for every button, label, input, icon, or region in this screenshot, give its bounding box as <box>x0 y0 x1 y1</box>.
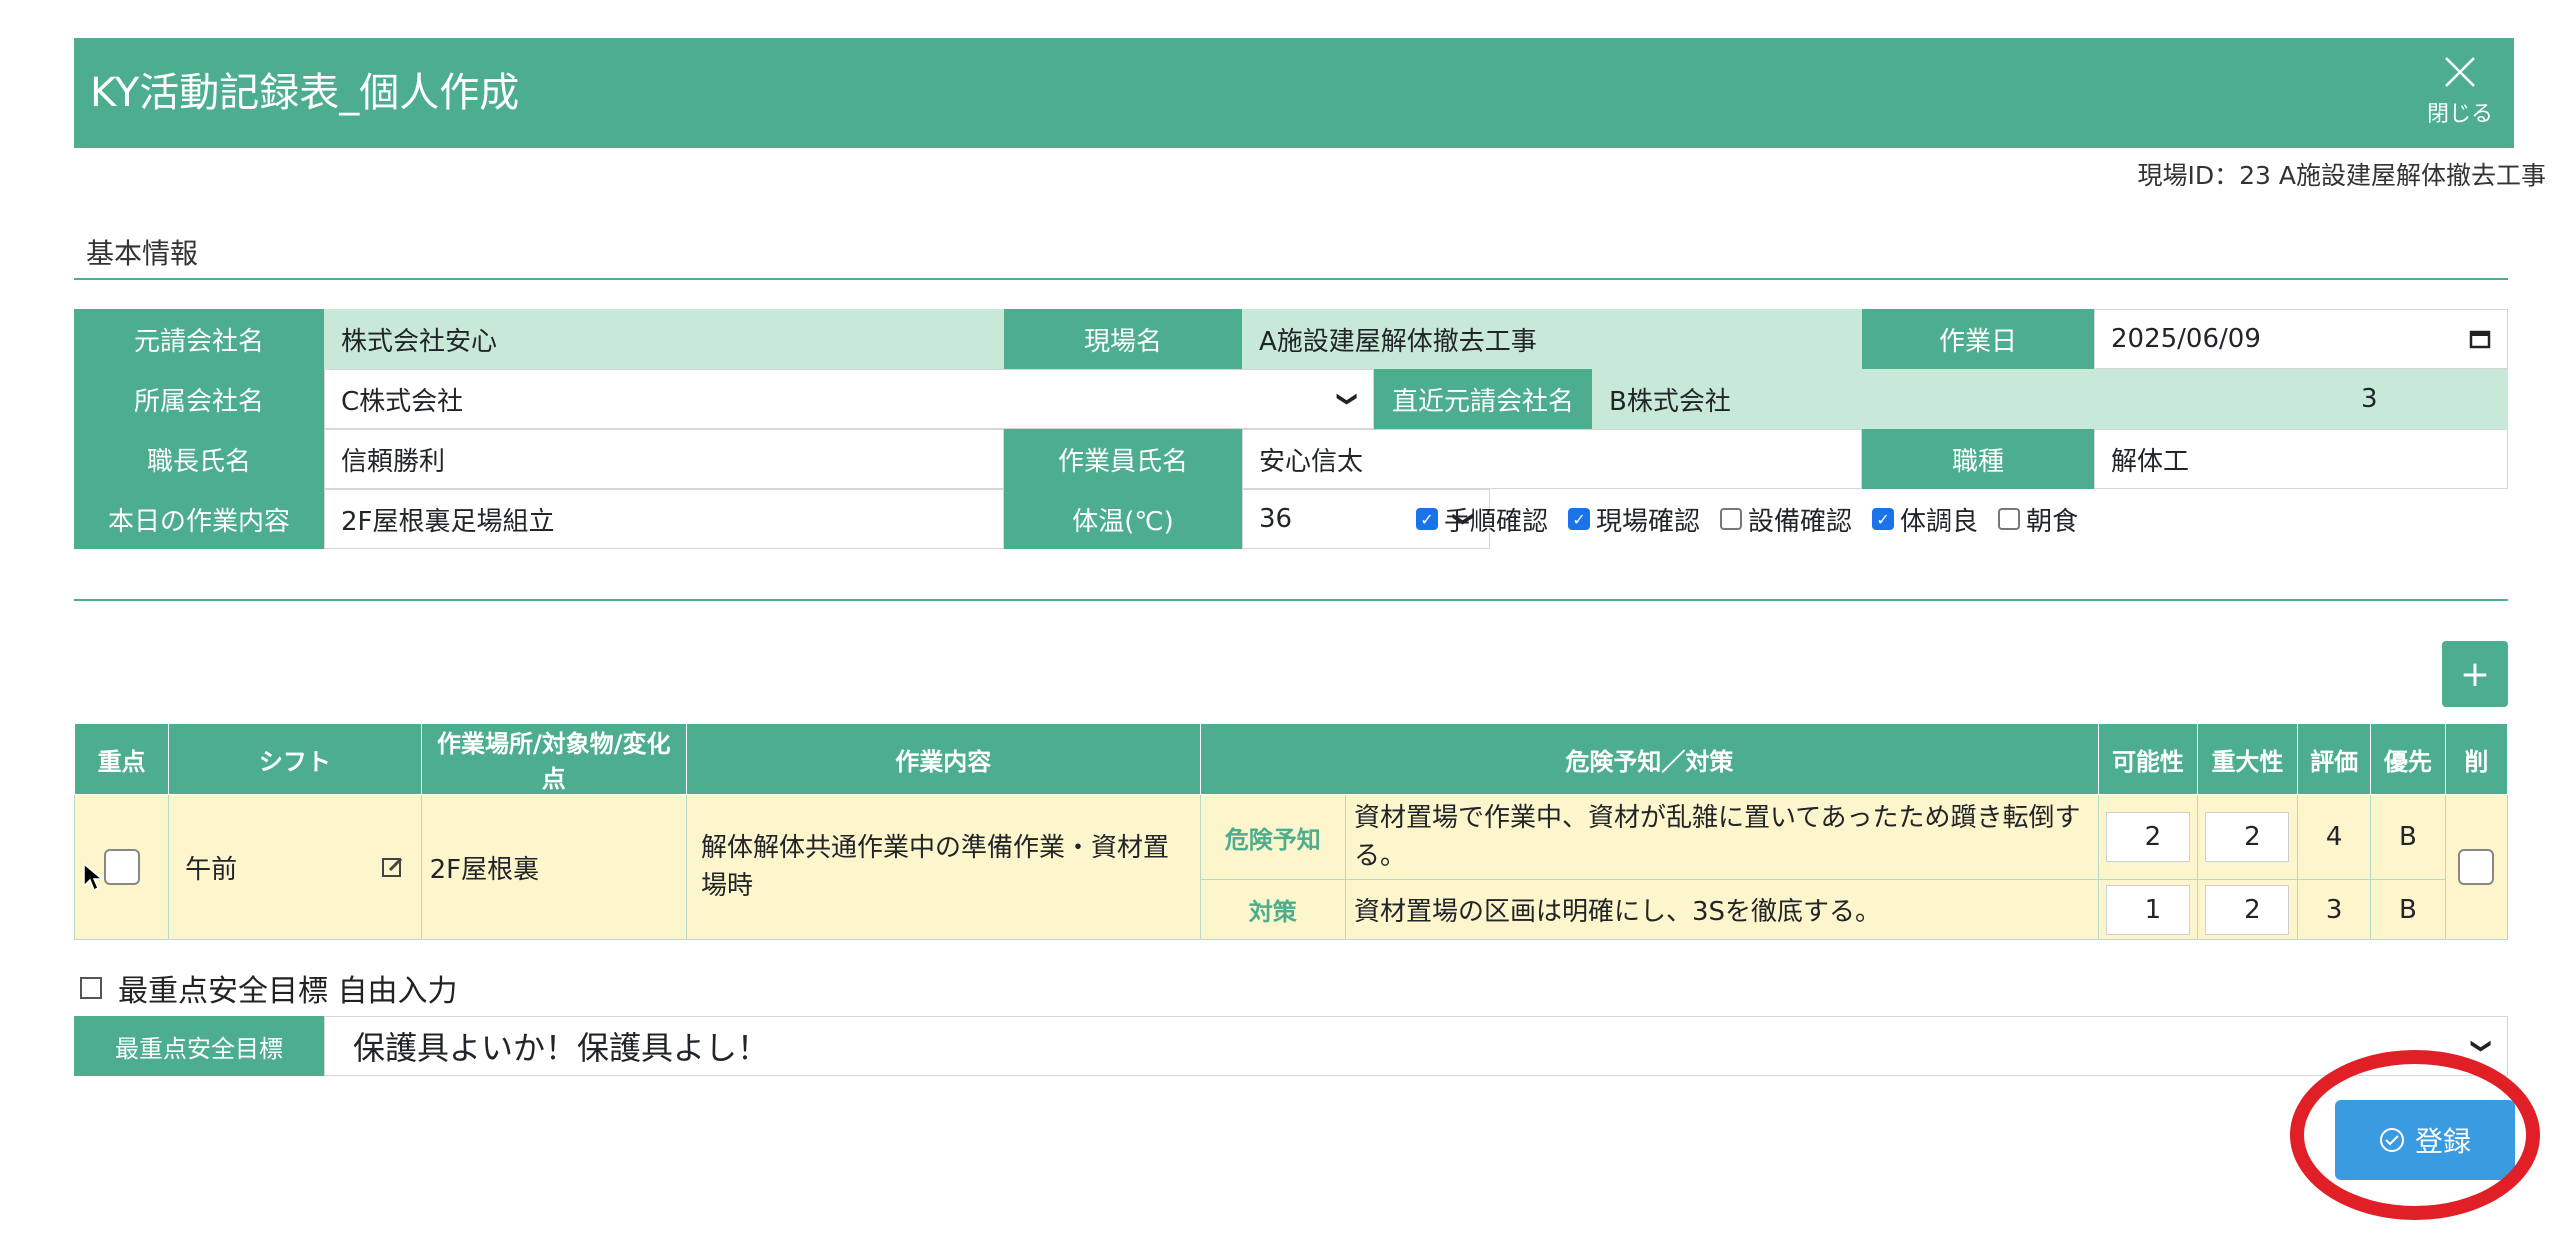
affiliation-label: 所属会社名 <box>74 369 324 429</box>
measure-possibility-input[interactable]: 1 <box>2105 884 2190 935</box>
free-input-checkbox[interactable] <box>80 977 102 999</box>
worker-label: 作業員氏名 <box>1004 429 1242 489</box>
ky-table: 重点 シフト 作業場所/対象物/変化点 作業内容 危険予知／対策 可能性 重大性… <box>73 723 2509 940</box>
safety-goal-row: 最重点安全目標 保護具よいか！保護具よし！ ❯ <box>74 1016 2508 1076</box>
delete-cell <box>2444 794 2509 940</box>
col-header-possibility: 可能性 <box>2098 723 2198 795</box>
checkbox-icon[interactable] <box>1720 508 1743 530</box>
measure-eval: 3 <box>2297 879 2371 940</box>
check-site[interactable]: ✓ 現場確認 <box>1568 501 1700 538</box>
checkbox-icon[interactable]: ✓ <box>1568 508 1591 530</box>
hazard-eval: 4 <box>2297 794 2371 880</box>
shift-value: 午前 <box>185 854 238 885</box>
hazard-possibility-cell: 2 <box>2098 794 2198 880</box>
direct-prime-number: 3 <box>2344 369 2508 429</box>
place-cell[interactable]: 2F屋根裏 <box>420 794 687 940</box>
chevron-down-icon: ❯ <box>2470 1037 2495 1055</box>
check-circle-icon <box>2379 1128 2404 1152</box>
hazard-text[interactable]: 資材置場で作業中、資材が乱雑に置いてあったため躓き転倒する。 <box>1345 794 2100 880</box>
divider <box>74 599 2508 601</box>
table-row: 午前 2F屋根裏 解体解体共通作業中の準備作業・資材置場時 危険予知 資材置場で… <box>73 794 2509 940</box>
divider <box>74 278 2508 280</box>
site-name-label: 現場名 <box>1004 309 1242 369</box>
check-procedure[interactable]: ✓ 手順確認 <box>1416 501 1548 538</box>
hazard-possibility-input[interactable]: 2 <box>2105 812 2190 862</box>
check-health[interactable]: ✓ 体調良 <box>1872 501 1978 538</box>
delete-checkbox[interactable] <box>2458 849 2495 885</box>
work-date-label: 作業日 <box>1862 309 2094 369</box>
hazard-severity-input[interactable]: 2 <box>2205 812 2290 862</box>
hazard-priority: B <box>2369 794 2446 880</box>
measure-severity-input[interactable]: 2 <box>2205 884 2290 935</box>
site-id-text: 現場ID：23 A施設建屋解体撤去工事 <box>2137 161 2547 190</box>
form-row-1: 元請会社名 株式会社安心 現場名 A施設建屋解体撤去工事 作業日 2025/06… <box>74 309 2508 369</box>
close-icon <box>2445 57 2475 87</box>
foreman-input[interactable]: 信頼勝利 <box>324 429 1004 489</box>
safety-goal-value: 保護具よいか！保護具よし！ <box>353 1029 770 1067</box>
trade-input[interactable]: 解体工 <box>2094 429 2508 489</box>
measure-priority: B <box>2369 879 2446 940</box>
affiliation-select[interactable]: C株式会社 ❯ <box>324 369 1374 429</box>
form-row-2: 所属会社名 C株式会社 ❯ 直近元請会社名 B株式会社 3 <box>74 369 2508 429</box>
focus-checkbox[interactable] <box>103 849 140 885</box>
checkbox-icon[interactable]: ✓ <box>1416 508 1438 530</box>
hazard-kind-label: 危険予知 <box>1199 794 1347 880</box>
worker-input[interactable]: 安心信太 <box>1242 429 1862 489</box>
temp-value: 36 <box>1259 504 1293 534</box>
content-cell[interactable]: 解体解体共通作業中の準備作業・資材置場時 <box>685 794 1201 940</box>
check-group: ✓ 手順確認 ✓ 現場確認 設備確認 ✓ 体調良 朝食 <box>1416 489 2092 549</box>
mouse-cursor-icon <box>83 862 104 892</box>
col-header-hazard: 危険予知／対策 <box>1199 723 2100 795</box>
free-input-toggle[interactable]: 最重点安全目標 自由入力 <box>80 966 458 1010</box>
foreman-label: 職長氏名 <box>74 429 324 489</box>
direct-prime-label: 直近元請会社名 <box>1374 369 1592 429</box>
table-header-row: 重点 シフト 作業場所/対象物/変化点 作業内容 危険予知／対策 可能性 重大性… <box>73 723 2509 795</box>
col-header-content: 作業内容 <box>685 723 1201 795</box>
check-equipment[interactable]: 設備確認 <box>1720 501 1852 538</box>
prime-company-label: 元請会社名 <box>74 309 324 369</box>
modal-header: KY活動記録表_個人作成 閉じる <box>74 38 2514 148</box>
checkbox-icon[interactable] <box>1998 508 2021 530</box>
direct-prime-field: B株式会社 <box>1592 369 2344 429</box>
measure-possibility-cell: 1 <box>2098 879 2198 940</box>
safety-goal-select[interactable]: 保護具よいか！保護具よし！ ❯ <box>324 1016 2508 1076</box>
affiliation-value: C株式会社 <box>341 386 464 417</box>
shift-cell[interactable]: 午前 <box>168 794 422 940</box>
col-header-place: 作業場所/対象物/変化点 <box>420 723 687 795</box>
measure-kind-label: 対策 <box>1199 879 1347 940</box>
measure-text[interactable]: 資材置場の区画は明確にし、3Sを徹底する。 <box>1345 879 2100 940</box>
close-button[interactable]: 閉じる <box>2420 52 2500 136</box>
add-row-button[interactable]: + <box>2442 641 2508 707</box>
measure-severity-cell: 2 <box>2196 879 2299 940</box>
close-label: 閉じる <box>2426 102 2493 127</box>
free-input-label: 最重点安全目標 自由入力 <box>118 974 458 1009</box>
basic-info-title: 基本情報 <box>86 237 199 270</box>
temp-label: 体温(℃) <box>1004 489 1242 549</box>
today-work-input[interactable]: 2F屋根裏足場組立 <box>324 489 1004 549</box>
checkbox-icon[interactable]: ✓ <box>1872 508 1895 530</box>
chevron-down-icon: ❯ <box>1336 390 1361 408</box>
col-header-eval: 評価 <box>2297 723 2371 795</box>
prime-company-field: 株式会社安心 <box>324 309 1004 369</box>
col-header-priority: 優先 <box>2369 723 2446 795</box>
col-header-delete: 削 <box>2444 723 2509 795</box>
safety-goal-label: 最重点安全目標 <box>74 1016 324 1076</box>
trade-label: 職種 <box>1862 429 2094 489</box>
form-row-4: 本日の作業内容 2F屋根裏足場組立 体温(℃) 36 ❯ ✓ 手順確認 ✓ 現場確認… <box>74 489 2508 549</box>
work-date-value: 2025/06/09 <box>2111 324 2261 354</box>
col-header-shift: シフト <box>168 723 422 795</box>
hazard-severity-cell: 2 <box>2196 794 2299 880</box>
col-header-severity: 重大性 <box>2196 723 2299 795</box>
register-button[interactable]: 登録 <box>2335 1100 2515 1180</box>
work-date-field[interactable]: 2025/06/09 <box>2094 309 2508 369</box>
edit-icon[interactable] <box>381 855 405 879</box>
calendar-icon[interactable] <box>2469 328 2491 350</box>
form-row-3: 職長氏名 信頼勝利 作業員氏名 安心信太 職種 解体工 <box>74 429 2508 489</box>
modal-title: KY活動記録表_個人作成 <box>90 70 520 116</box>
col-header-focus: 重点 <box>73 723 170 795</box>
register-label: 登録 <box>2414 1125 2471 1158</box>
site-name-field: A施設建屋解体撤去工事 <box>1242 309 1862 369</box>
today-work-label: 本日の作業内容 <box>74 489 324 549</box>
check-breakfast[interactable]: 朝食 <box>1998 501 2078 538</box>
